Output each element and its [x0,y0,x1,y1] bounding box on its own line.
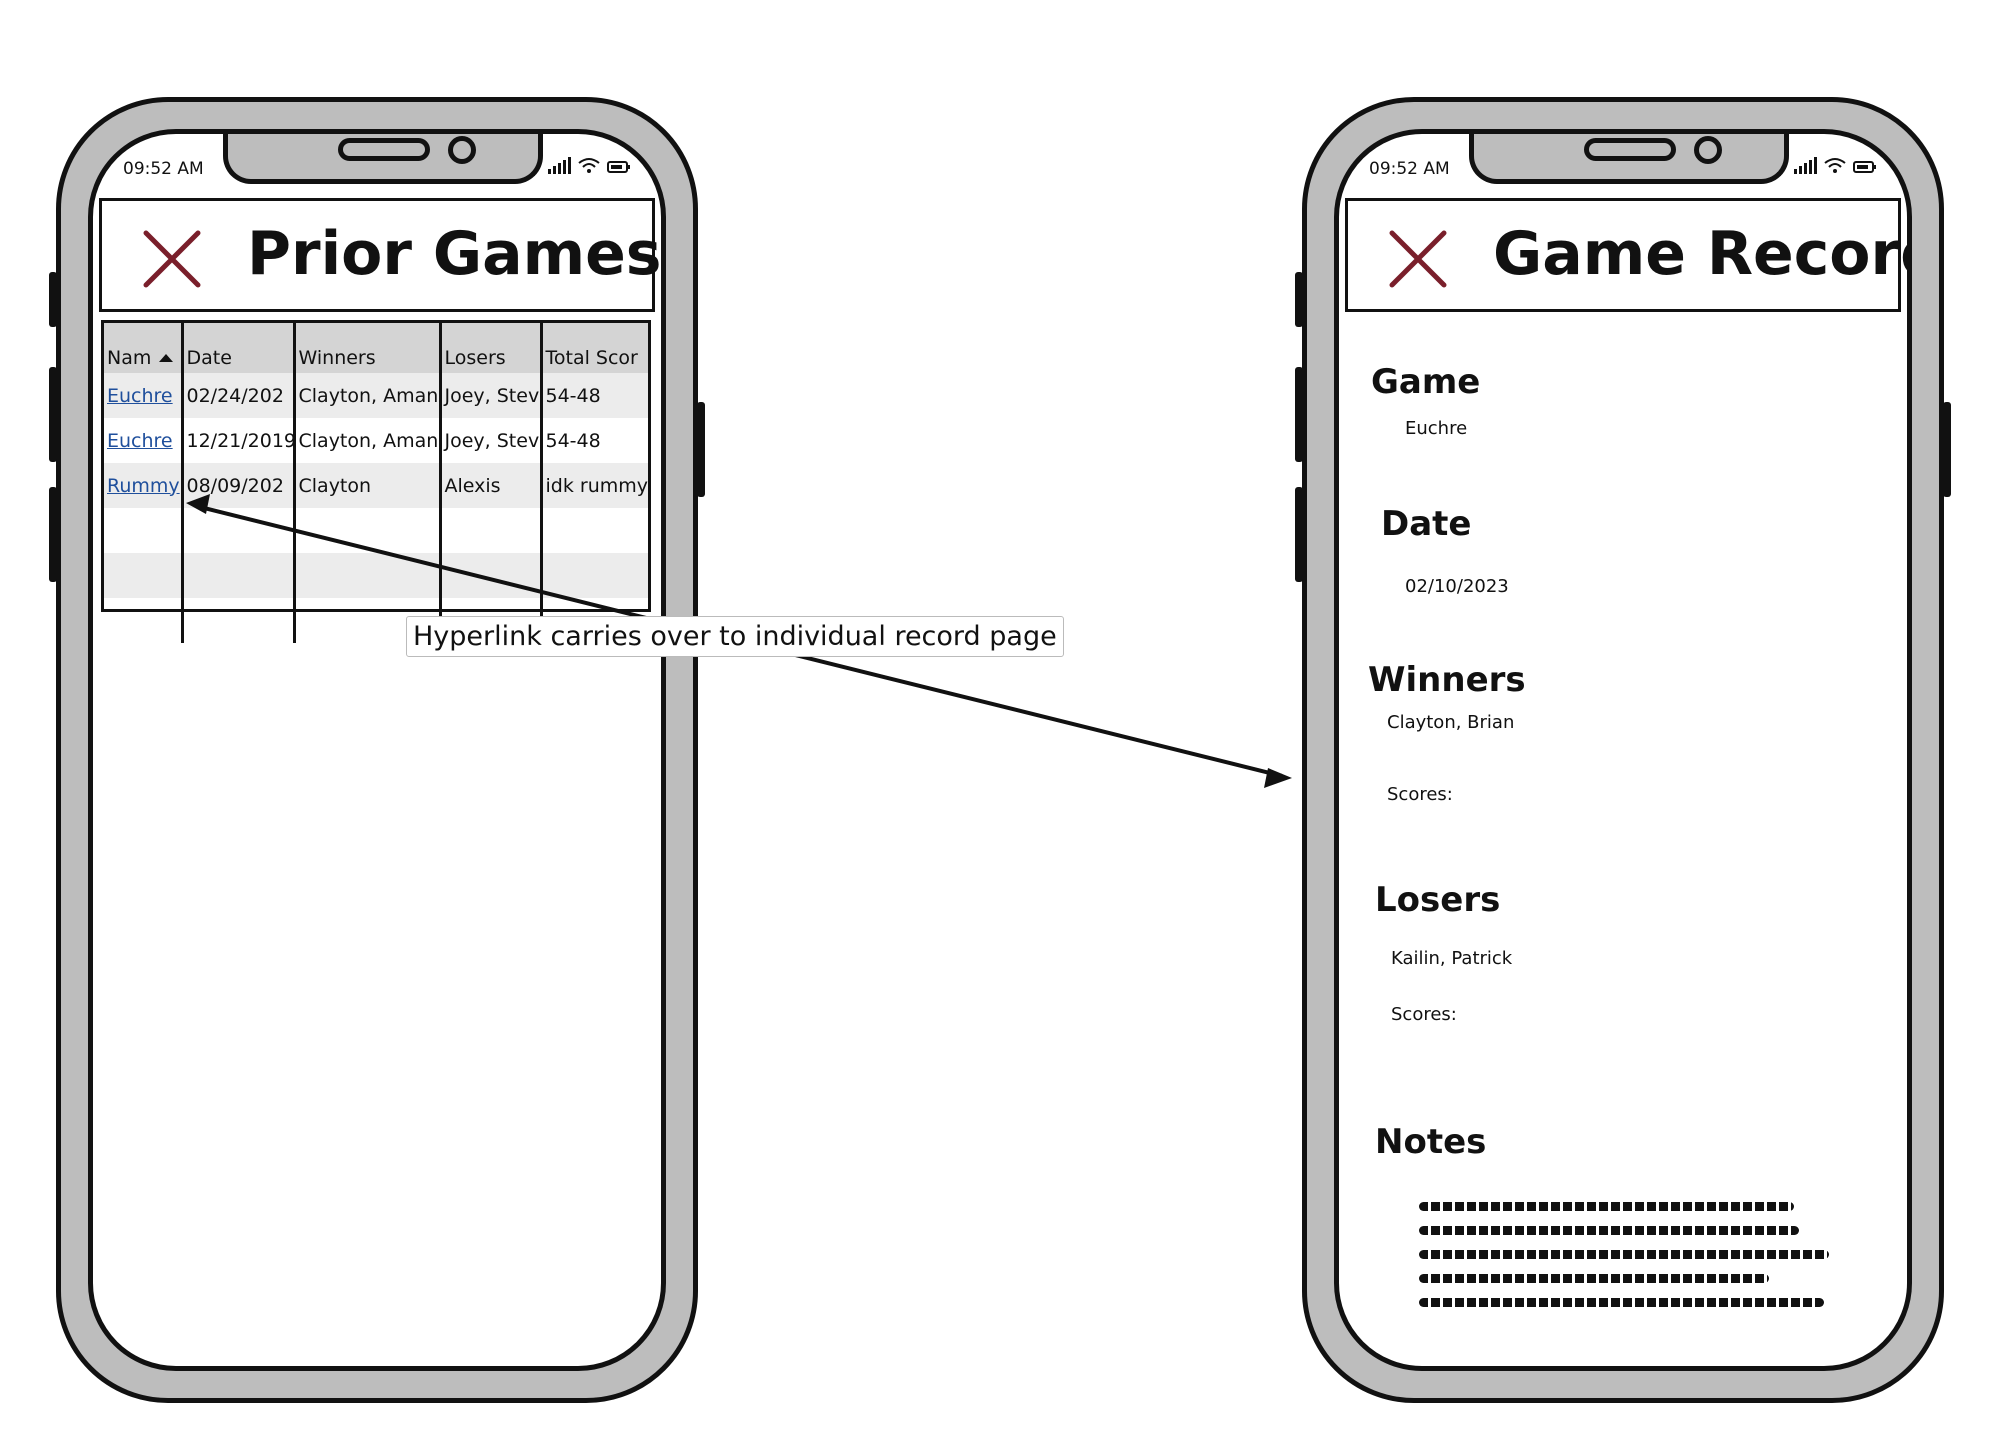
annotation-callout: Hyperlink carries over to individual rec… [406,616,1064,657]
connector-arrow [186,494,1292,788]
